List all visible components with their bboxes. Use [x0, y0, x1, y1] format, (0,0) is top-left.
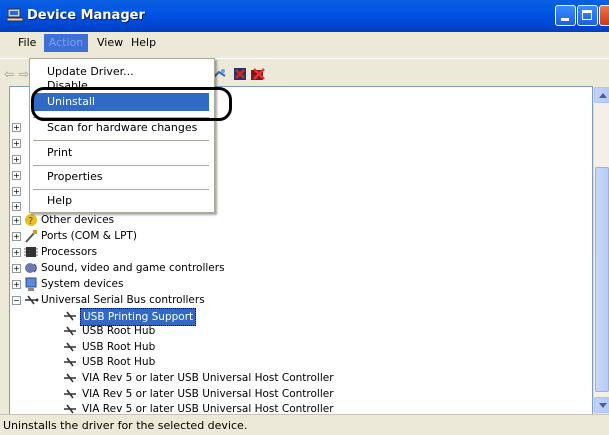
usb-device-icon [64, 311, 76, 321]
menu-item-print[interactable]: Print [33, 144, 209, 162]
tree-child-usb-root-hub[interactable]: USB Root Hub [62, 323, 462, 339]
tree-item-sound[interactable]: + Sound, video and game controllers [10, 260, 310, 276]
maximize-button[interactable] [577, 5, 598, 26]
minimize-button[interactable] [555, 5, 576, 26]
expand-toggle[interactable]: + [12, 139, 21, 148]
menu-bar: File Action View Help [0, 32, 609, 54]
tree-item-system-devices[interactable]: + System devices [10, 276, 310, 292]
tree-item-label: Processors [41, 246, 98, 258]
vertical-scrollbar[interactable] [593, 87, 609, 413]
window-title: Device Manager [27, 8, 145, 23]
expand-toggle[interactable]: + [12, 171, 21, 180]
scroll-down-button[interactable] [594, 397, 609, 413]
tree-item-usb-controllers[interactable]: − Universal Serial Bus controllers [10, 292, 310, 308]
expand-toggle[interactable]: + [12, 155, 21, 164]
processor-icon [24, 247, 38, 257]
title-bar[interactable]: Device Manager [0, 0, 609, 32]
expand-toggle[interactable]: + [12, 216, 21, 225]
tree-child-via-host-controller[interactable]: VIA Rev 5 or later USB Universal Host Co… [62, 401, 462, 415]
usb-icon [25, 295, 39, 305]
tree-child-via-host-controller[interactable]: VIA Rev 5 or later USB Universal Host Co… [62, 386, 462, 402]
tree-child-label: VIA Rev 5 or later USB Universal Host Co… [82, 403, 334, 415]
disable-device-icon[interactable] [232, 66, 248, 82]
other-devices-icon: ? [25, 214, 37, 227]
tree-item-label: Universal Serial Bus controllers [41, 294, 205, 306]
usb-device-icon [64, 404, 76, 414]
expand-toggle[interactable]: + [12, 264, 21, 273]
tree-item-label: System devices [41, 278, 124, 290]
status-bar: Uninstalls the driver for the selected d… [0, 414, 609, 435]
tree-item-label: Ports (COM & LPT) [41, 230, 137, 242]
menu-item-label: Help [47, 194, 73, 207]
usb-device-icon [64, 326, 76, 336]
system-devices-icon [25, 277, 37, 291]
usb-device-icon [64, 357, 76, 367]
tree-item-label: Other devices [41, 214, 115, 226]
usb-device-icon [64, 389, 76, 399]
menu-view[interactable]: View [92, 36, 128, 52]
status-text: Uninstalls the driver for the selected d… [3, 419, 248, 432]
tree-child-label: USB Root Hub [82, 325, 156, 337]
tree-child-label: USB Root Hub [82, 356, 156, 368]
menu-item-scan[interactable]: Scan for hardware changes [33, 119, 209, 137]
uninstall-device-icon[interactable] [250, 66, 266, 82]
back-arrow-icon[interactable]: ⇦ [4, 67, 18, 81]
menu-item-help[interactable]: Help [33, 192, 209, 210]
tree-child-usb-printing-support[interactable]: USB Printing Support [62, 308, 462, 326]
menu-separator [33, 189, 209, 190]
usb-device-icon [64, 342, 76, 352]
expand-toggle[interactable]: + [12, 248, 21, 257]
tree-item-ports[interactable]: + Ports (COM & LPT) [10, 228, 310, 244]
sound-icon [25, 263, 37, 273]
menu-help[interactable]: Help [126, 36, 161, 52]
tree-child-label: VIA Rev 5 or later USB Universal Host Co… [82, 372, 334, 384]
action-dropdown-menu: Update Driver... Disable Uninstall Scan … [29, 58, 215, 213]
tree-child-usb-root-hub[interactable]: USB Root Hub [62, 339, 462, 355]
close-button[interactable] [599, 5, 609, 26]
expand-toggle[interactable]: + [12, 280, 21, 289]
scroll-up-button[interactable] [594, 87, 609, 103]
device-manager-window: Device Manager File Action View Help ⇦ ⇨… [0, 0, 609, 435]
expand-toggle[interactable]: + [12, 232, 21, 241]
tree-item-label: Sound, video and game controllers [41, 262, 225, 274]
collapse-toggle[interactable]: − [12, 296, 21, 305]
menu-item-update-driver[interactable]: Update Driver... [33, 63, 209, 81]
tree-child-label: VIA Rev 5 or later USB Universal Host Co… [82, 388, 334, 400]
menu-action[interactable]: Action [44, 34, 88, 52]
menu-item-properties[interactable]: Properties [33, 168, 209, 186]
menu-item-label: Print [47, 146, 73, 159]
menu-item-label: Properties [47, 170, 103, 183]
tree-item-processors[interactable]: + Processors [10, 244, 310, 260]
tree-child-via-host-controller[interactable]: VIA Rev 5 or later USB Universal Host Co… [62, 370, 462, 386]
tree-item-other-devices[interactable]: + ? Other devices [10, 212, 310, 228]
tree-child-label: USB Root Hub [82, 341, 156, 353]
menu-item-label: Update Driver... [47, 65, 134, 78]
tree-child-usb-root-hub[interactable]: USB Root Hub [62, 354, 462, 370]
expand-toggle[interactable]: + [12, 123, 21, 132]
usb-device-icon [64, 373, 76, 383]
scroll-thumb[interactable] [595, 167, 609, 392]
menu-separator [33, 165, 209, 166]
expand-toggle[interactable]: + [12, 187, 21, 196]
expand-toggle[interactable]: + [12, 202, 21, 211]
svg-text:?: ? [28, 216, 33, 227]
menu-item-label: Scan for hardware changes [47, 121, 198, 134]
port-icon [25, 230, 37, 243]
device-manager-icon [7, 8, 23, 22]
menu-separator [33, 140, 209, 141]
highlight-callout [31, 87, 232, 121]
menu-file[interactable]: File [13, 36, 41, 52]
